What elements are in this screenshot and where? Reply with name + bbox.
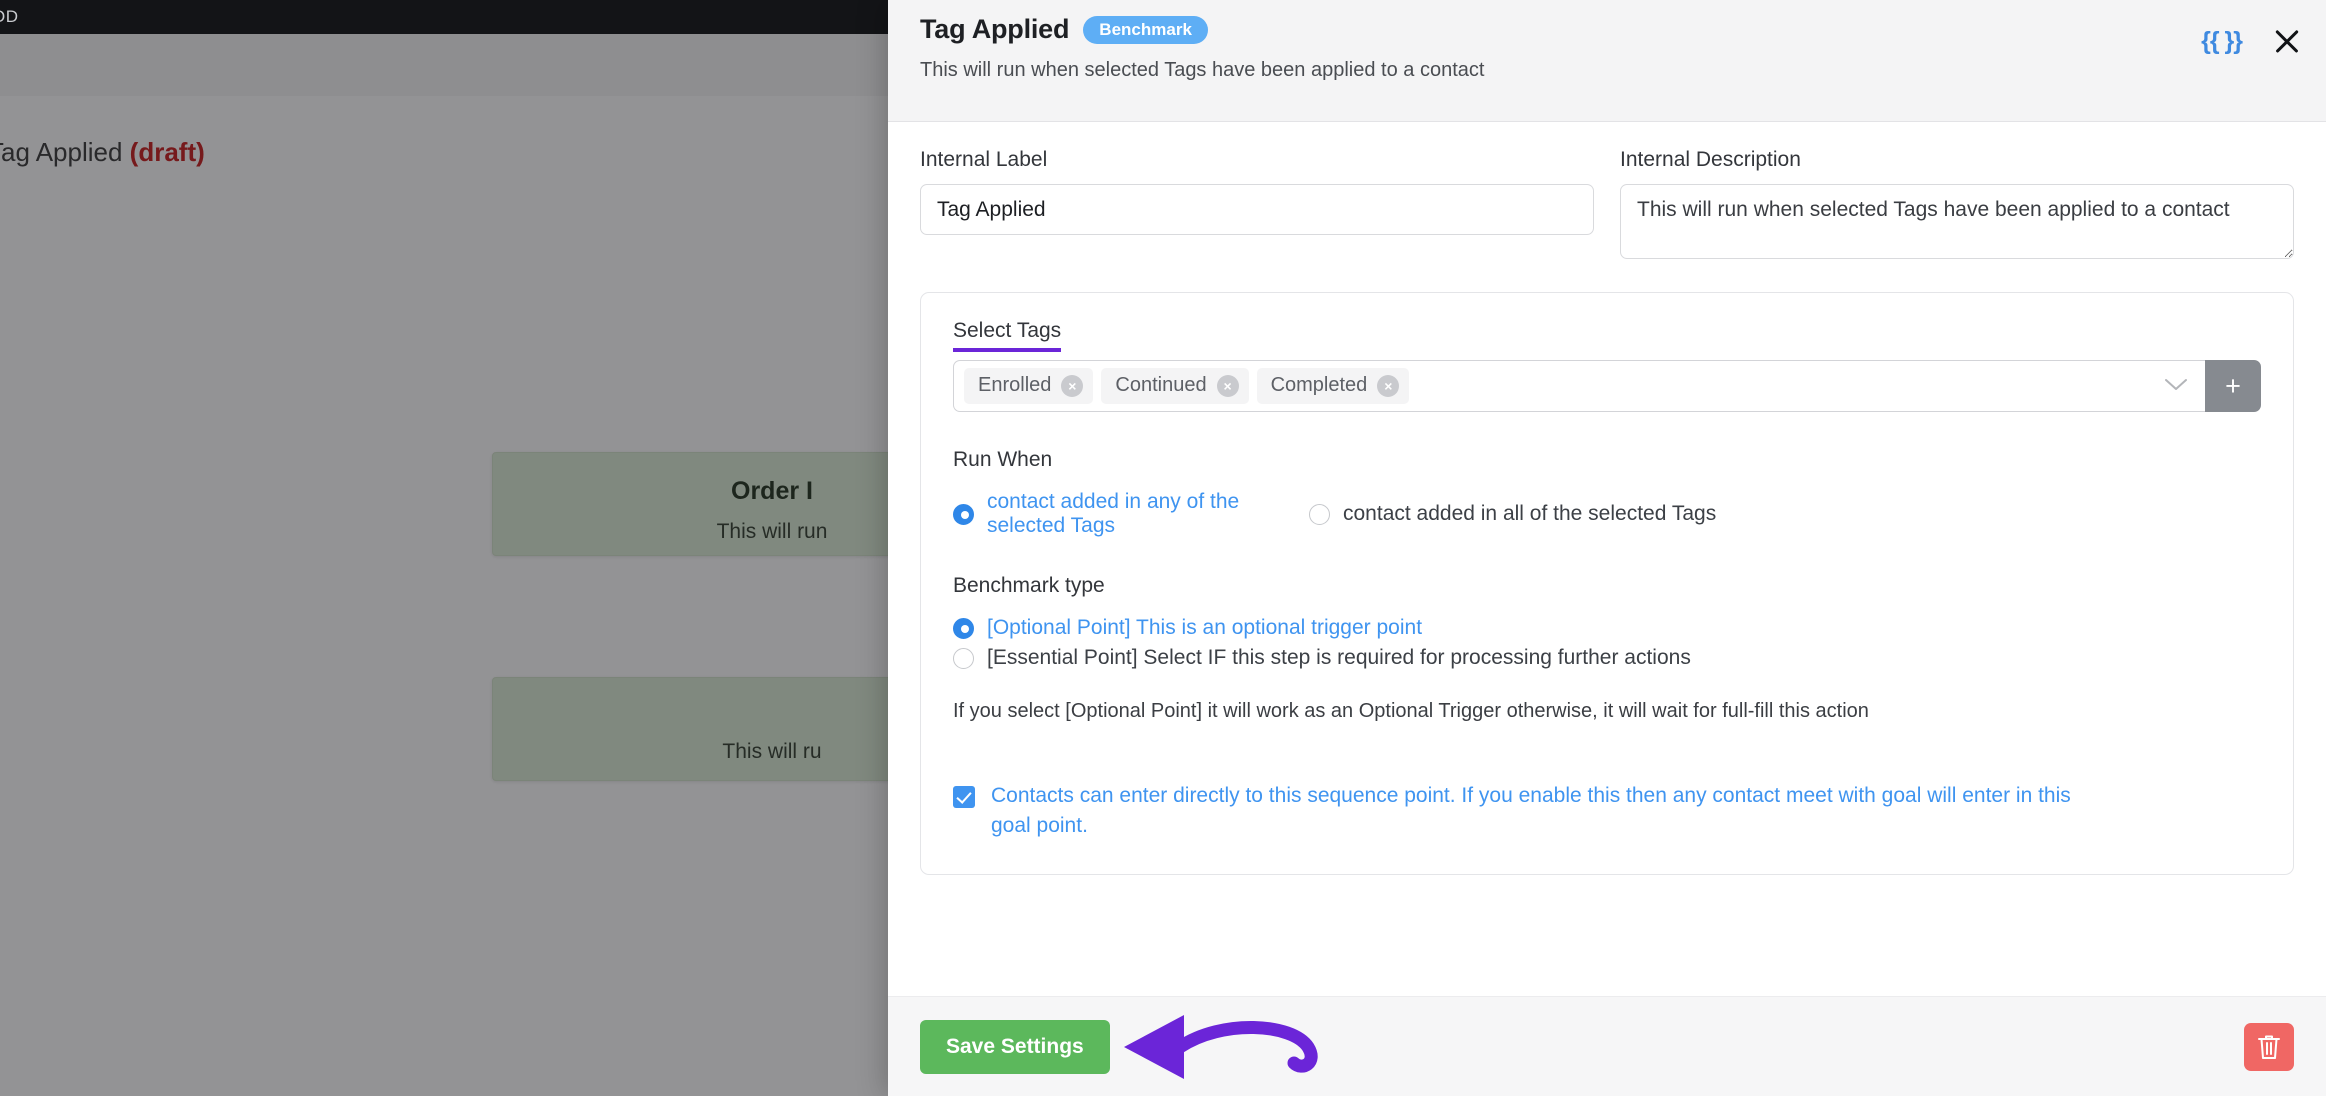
run-when-option-any[interactable]: contact added in any of the selected Tag… [953, 490, 1309, 538]
tag-chip-remove-icon[interactable]: × [1216, 374, 1239, 397]
add-tag-button[interactable]: + [2205, 360, 2261, 412]
benchmark-type-option-essential-label: [Essential Point] Select IF this step is… [987, 646, 1691, 669]
run-when-options: contact added in any of the selected Tag… [953, 490, 2261, 538]
radio-icon[interactable] [953, 503, 974, 525]
tag-chip[interactable]: Completed × [1256, 368, 1410, 404]
tag-chip[interactable]: Continued × [1101, 368, 1249, 404]
annotation-arrow-icon [1124, 1015, 1318, 1079]
background-topbar: OD [0, 0, 888, 34]
benchmark-type-title: Benchmark type [953, 574, 1105, 597]
tag-chip-remove-icon[interactable]: × [1061, 374, 1084, 397]
tag-chip-label: Continued [1115, 374, 1207, 396]
chevron-down-icon[interactable] [2163, 373, 2189, 399]
status-badge: Benchmark [1083, 15, 1208, 44]
benchmark-type-option-optional[interactable]: [Optional Point] This is an optional tri… [953, 616, 2261, 640]
select-tags-group: Select Tags Enrolled × Continued × Compl… [953, 319, 2261, 412]
tag-chip[interactable]: Enrolled × [964, 368, 1094, 404]
drawer-footer: Save Settings [888, 996, 2326, 1096]
drawer-subtitle: This will run when selected Tags have be… [920, 59, 1485, 81]
select-tags-label: Select Tags [953, 319, 1062, 352]
trash-icon [2258, 1035, 2280, 1059]
internal-fields-row: Internal Label Internal Description [920, 148, 2294, 264]
select-tags-input[interactable]: Enrolled × Continued × Completed × [953, 360, 2205, 412]
run-when-option-all[interactable]: contact added in all of the selected Tag… [1309, 502, 1716, 526]
benchmark-type-option-optional-label: [Optional Point] This is an optional tri… [987, 616, 1423, 639]
drawer-header-actions: {{ }} [2201, 24, 2304, 58]
drawer-title-row: Tag Applied Benchmark [920, 14, 2326, 45]
save-button[interactable]: Save Settings [920, 1019, 1110, 1074]
run-when-title: Run When [953, 448, 1053, 471]
tag-chip-label: Enrolled [978, 374, 1052, 396]
close-icon[interactable] [2270, 24, 2304, 58]
direct-entry-row[interactable]: Contacts can enter directly to this sequ… [953, 781, 2261, 842]
internal-description-field-group: Internal Description [1620, 148, 2294, 264]
drawer-body: Internal Label Internal Description Sele… [888, 122, 2326, 996]
internal-description-label: Internal Description [1620, 148, 1801, 171]
page-title: Tag Applied [920, 14, 1070, 44]
settings-card: Select Tags Enrolled × Continued × Compl… [920, 292, 2294, 875]
benchmark-type-options: [Optional Point] This is an optional tri… [953, 616, 2261, 670]
select-tags-row: Enrolled × Continued × Completed × + [953, 360, 2261, 412]
run-when-option-all-label: contact added in all of the selected Tag… [1343, 502, 1717, 525]
drawer-header: Tag Applied Benchmark This will run when… [888, 0, 2326, 122]
background-topbar-text: OD [0, 7, 19, 26]
direct-entry-label: Contacts can enter directly to this sequ… [991, 784, 2071, 838]
radio-icon[interactable] [953, 647, 974, 669]
delete-button[interactable] [2244, 1022, 2294, 1071]
internal-label-label: Internal Label [920, 148, 1048, 171]
plus-icon: + [2225, 370, 2241, 401]
internal-label-field-group: Internal Label [920, 148, 1594, 264]
modal-scrim[interactable] [0, 34, 888, 1096]
merge-field-icon[interactable]: {{ }} [2201, 27, 2243, 56]
run-when-option-any-label: contact added in any of the selected Tag… [987, 490, 1240, 537]
radio-icon[interactable] [1309, 503, 1330, 525]
checkbox-icon[interactable] [953, 786, 975, 808]
tag-chip-label: Completed [1270, 374, 1368, 396]
internal-description-textarea[interactable] [1620, 184, 2294, 259]
tag-chip-remove-icon[interactable]: × [1377, 374, 1400, 397]
internal-label-input[interactable] [920, 184, 1594, 235]
radio-icon[interactable] [953, 617, 974, 639]
benchmark-type-hint: If you select [Optional Point] it will w… [953, 700, 1869, 722]
tag-applied-settings-drawer: Tag Applied Benchmark This will run when… [888, 0, 2326, 1096]
benchmark-type-option-essential[interactable]: [Essential Point] Select IF this step is… [953, 646, 2261, 670]
